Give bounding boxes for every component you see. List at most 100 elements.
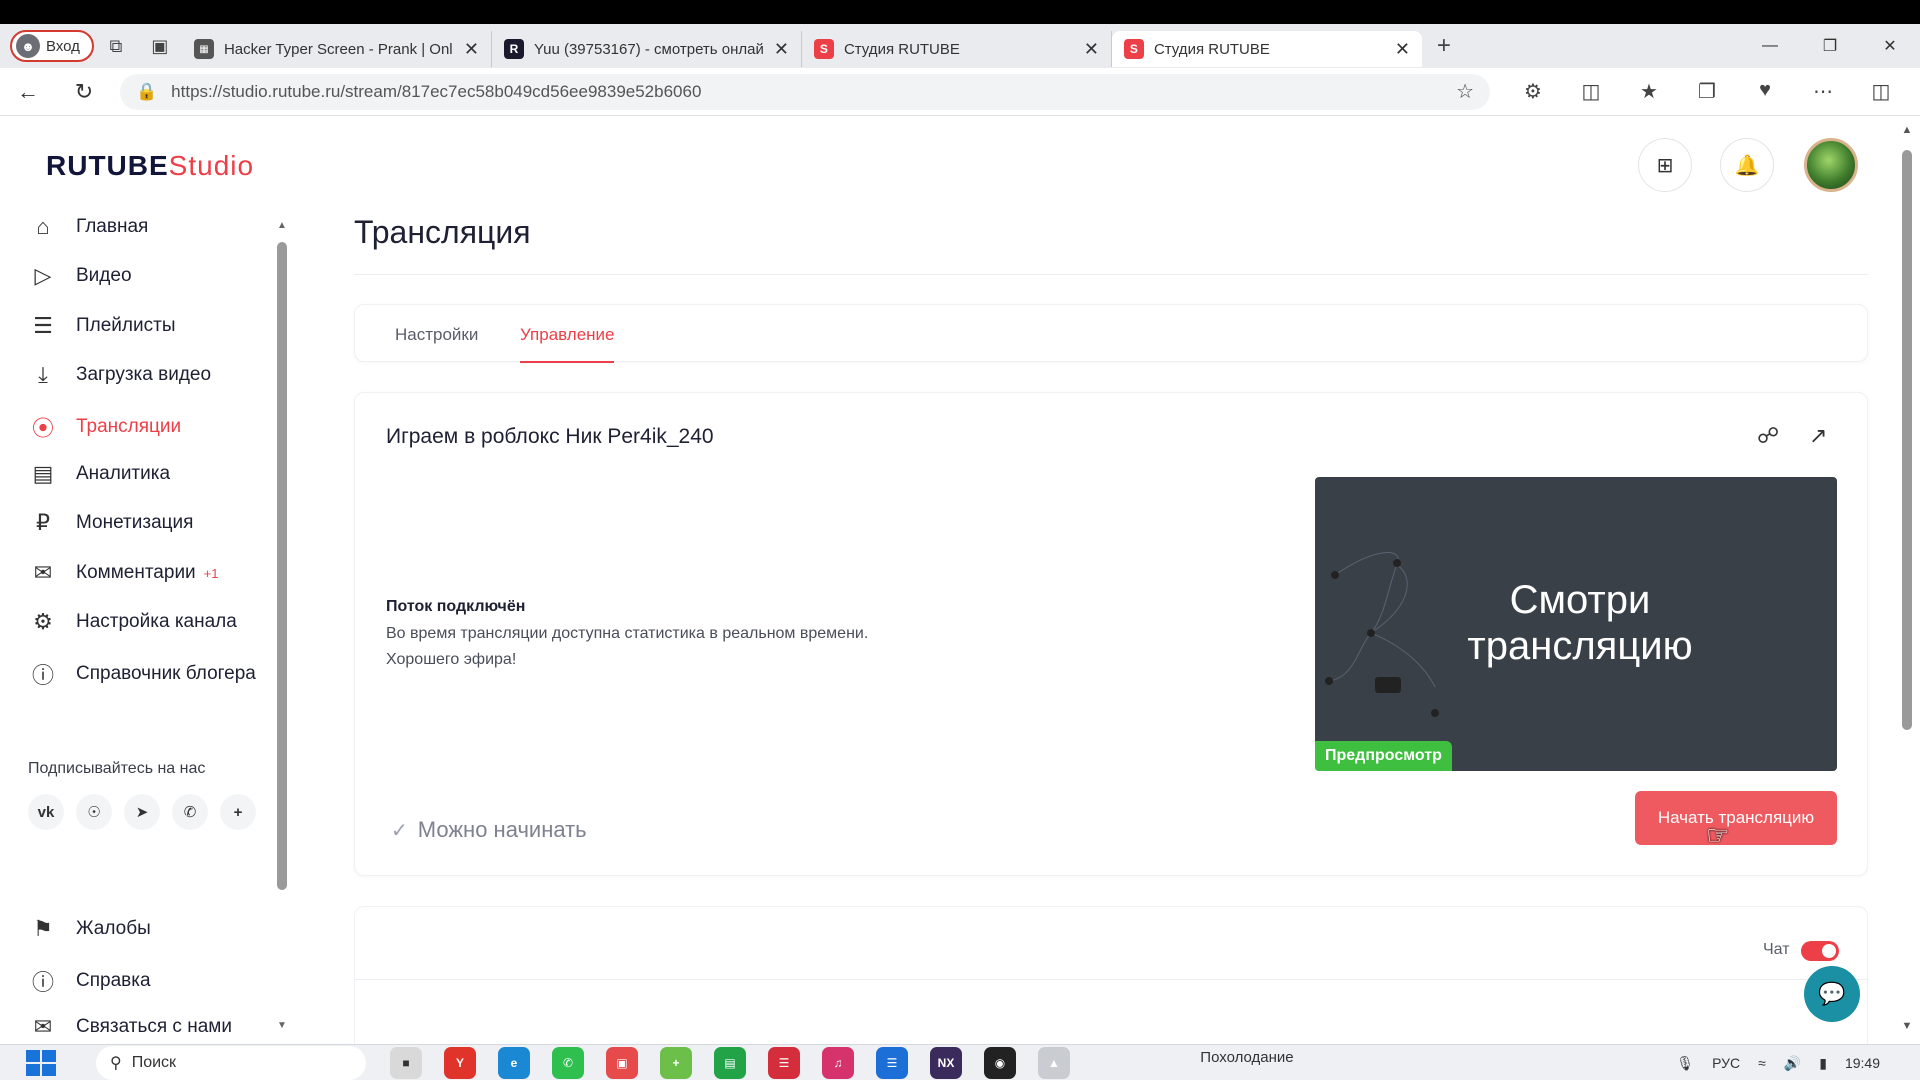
browser-tab-bar: ☻ Вход ⧉ ▣ ▦ Hacker Typer Screen - Prank… <box>0 24 1920 68</box>
weather-text[interactable]: Похолодание <box>1200 1049 1293 1066</box>
ok-icon[interactable]: ☉ <box>76 794 112 830</box>
sidebar-item-playlists[interactable]: ☰ Плейлисты <box>28 313 175 339</box>
stream-preview[interactable]: Смотри трансляцию Предпросмотр <box>1315 477 1837 771</box>
new-tab-button[interactable]: + <box>1422 32 1466 60</box>
vk-icon[interactable]: vk <box>28 794 64 830</box>
browser-essentials-icon[interactable]: ♥ <box>1736 79 1794 104</box>
scroll-down-icon[interactable]: ▼ <box>276 1020 288 1031</box>
minimize-icon[interactable]: — <box>1740 24 1800 68</box>
sidebar-item-monetization[interactable]: ₽ Монетизация <box>28 510 193 536</box>
sidebar-item-complaints[interactable]: ⚑ Жалобы <box>28 916 151 942</box>
browser-tab-studio-2[interactable]: S Студия RUTUBE ✕ <box>1111 31 1422 67</box>
toggle-knob <box>1822 944 1836 958</box>
plus-app-icon[interactable]: + <box>660 1046 692 1079</box>
more-icon[interactable]: ⋯ <box>1794 79 1852 104</box>
browser-tab-studio-1[interactable]: S Студия RUTUBE ✕ <box>802 31 1112 67</box>
close-tab-icon[interactable]: ✕ <box>774 39 789 60</box>
music-app-icon[interactable]: ♫ <box>822 1046 854 1079</box>
user-avatar[interactable] <box>1804 138 1858 192</box>
news-app-icon[interactable]: ☰ <box>768 1046 800 1079</box>
sidebar-scroll-thumb[interactable] <box>277 242 287 890</box>
share-icon[interactable]: ☍ <box>1757 423 1779 449</box>
profile-label: Вход <box>46 37 80 55</box>
chart-app-icon[interactable]: ▤ <box>714 1046 746 1079</box>
sidebar-item-label: Аналитика <box>76 463 171 484</box>
taskbar-apps: ■ Y e ✆ ▣ + ▤ ☰ ♫ ☰ NX ◉ ▲ <box>390 1046 1070 1079</box>
sidebar-item-blogger-guide[interactable]: ⓘ Справочник блогера <box>28 658 256 690</box>
sidebar-item-upload[interactable]: ⤓ Загрузка видео <box>28 362 211 388</box>
browser-tab-hacker-typer[interactable]: ▦ Hacker Typer Screen - Prank | Onl ✕ <box>182 31 492 67</box>
next-app-icon[interactable]: NX <box>930 1046 962 1079</box>
volume-icon[interactable]: 🔊 <box>1784 1055 1801 1072</box>
obs-icon[interactable]: ◉ <box>984 1046 1016 1079</box>
sidebar-item-label: Справочник блогера <box>76 663 256 684</box>
url-field[interactable]: 🔒 https://studio.rutube.ru/stream/817ec7… <box>120 73 1490 110</box>
close-window-icon[interactable]: ✕ <box>1860 24 1920 68</box>
split-screen-icon[interactable]: ◫ <box>1562 79 1620 104</box>
external-link-icon[interactable]: ↗ <box>1809 423 1827 449</box>
sidebar-item-comments[interactable]: ✉ Комментарии +1 <box>28 560 219 586</box>
sidebar: ⌂ Главная ▷ Видео ☰ Плейлисты ⤓ Загрузка… <box>0 210 270 1040</box>
video-icon: ▷ <box>34 263 52 288</box>
close-tab-icon[interactable]: ✕ <box>1395 39 1410 60</box>
rutube-studio-logo[interactable]: RUTUBEStudio <box>46 150 254 182</box>
game-app-icon[interactable]: ▣ <box>606 1046 638 1079</box>
yandex-browser-icon[interactable]: Y <box>444 1046 476 1079</box>
browser-tab-yuu[interactable]: R Yuu (39753167) - смотреть онлай ✕ <box>492 31 802 67</box>
sidebar-item-analytics[interactable]: ▤ Аналитика <box>28 461 170 487</box>
mic-icon[interactable]: 🎙 <box>1676 1055 1694 1072</box>
clock[interactable]: 19:49 <box>1845 1055 1880 1071</box>
lock-icon[interactable]: 🔒 <box>136 82 157 102</box>
sidebar-toggle-icon[interactable]: ◫ <box>1852 79 1910 104</box>
chat-divider <box>355 979 1869 980</box>
notifications-button[interactable]: 🔔 <box>1720 138 1774 192</box>
reload-icon[interactable]: ↻ <box>56 79 112 105</box>
telegram-icon[interactable]: ➤ <box>124 794 160 830</box>
misc-app-icon[interactable]: ▲ <box>1038 1046 1070 1079</box>
ready-status: ✓ Можно начинать <box>391 817 587 843</box>
windows-start-icon[interactable] <box>26 1049 56 1076</box>
sidebar-scrollbar[interactable]: ▲ ▼ <box>276 220 288 1040</box>
page-scroll-thumb[interactable] <box>1902 150 1912 730</box>
extensions-icon[interactable]: ⚙ <box>1504 79 1562 104</box>
page-scrollbar[interactable]: ▲ ▼ <box>1900 124 1914 1040</box>
collections-icon[interactable]: ❐ <box>1678 79 1736 104</box>
sidebar-item-broadcasts[interactable]: ⦿ Трансляции <box>28 411 181 443</box>
back-icon[interactable]: ← <box>0 79 56 105</box>
start-stream-button[interactable]: Начать трансляцию <box>1635 791 1837 845</box>
tab-settings[interactable]: Настройки <box>395 325 478 345</box>
viber-icon[interactable]: ✆ <box>172 794 208 830</box>
language-indicator[interactable]: РУС <box>1712 1055 1740 1071</box>
page-scroll-down-icon[interactable]: ▼ <box>1900 1020 1914 1032</box>
whatsapp-icon[interactable]: ✆ <box>552 1046 584 1079</box>
close-tab-icon[interactable]: ✕ <box>464 39 479 60</box>
taskbar-search[interactable]: ⚲ Поиск <box>96 1045 366 1080</box>
edge-icon[interactable]: e <box>498 1046 530 1079</box>
sidebar-item-home[interactable]: ⌂ Главная <box>28 214 148 240</box>
tab-management[interactable]: Управление <box>520 325 615 345</box>
restore-icon[interactable]: ❐ <box>1800 24 1860 68</box>
workspaces-icon[interactable]: ⧉ <box>94 24 138 68</box>
sidebar-item-help[interactable]: ⓘ Справка <box>28 965 151 997</box>
task-view-icon[interactable]: ■ <box>390 1046 422 1079</box>
scroll-up-icon[interactable]: ▲ <box>276 220 288 231</box>
page-scroll-up-icon[interactable]: ▲ <box>1900 124 1914 136</box>
plus-square-icon: ⊞ <box>1656 154 1674 177</box>
support-chat-button[interactable]: 💬 <box>1804 966 1860 1022</box>
sidebar-item-channel-settings[interactable]: ⚙ Настройка канала <box>28 609 237 635</box>
studio-favicon-icon: S <box>1123 39 1144 59</box>
favorites-icon[interactable]: ★ <box>1620 79 1678 104</box>
sidebar-item-contact[interactable]: ✉ Связаться с нами <box>28 1014 232 1040</box>
sidebar-item-video[interactable]: ▷ Видео <box>28 263 132 289</box>
create-button[interactable]: ⊞ <box>1638 138 1692 192</box>
sidebar-item-label: Комментарии <box>76 562 196 583</box>
tab-actions-icon[interactable]: ▣ <box>138 24 182 68</box>
chat-toggle[interactable] <box>1801 941 1839 961</box>
notes-app-icon[interactable]: ☰ <box>876 1046 908 1079</box>
more-socials-icon[interactable]: + <box>220 794 256 830</box>
favorite-star-icon[interactable]: ☆ <box>1456 79 1474 104</box>
profile-button[interactable]: ☻ Вход <box>10 30 94 62</box>
close-tab-icon[interactable]: ✕ <box>1084 39 1099 60</box>
battery-icon[interactable]: ▮ <box>1819 1055 1827 1072</box>
wifi-icon[interactable]: ≈ <box>1758 1055 1766 1071</box>
